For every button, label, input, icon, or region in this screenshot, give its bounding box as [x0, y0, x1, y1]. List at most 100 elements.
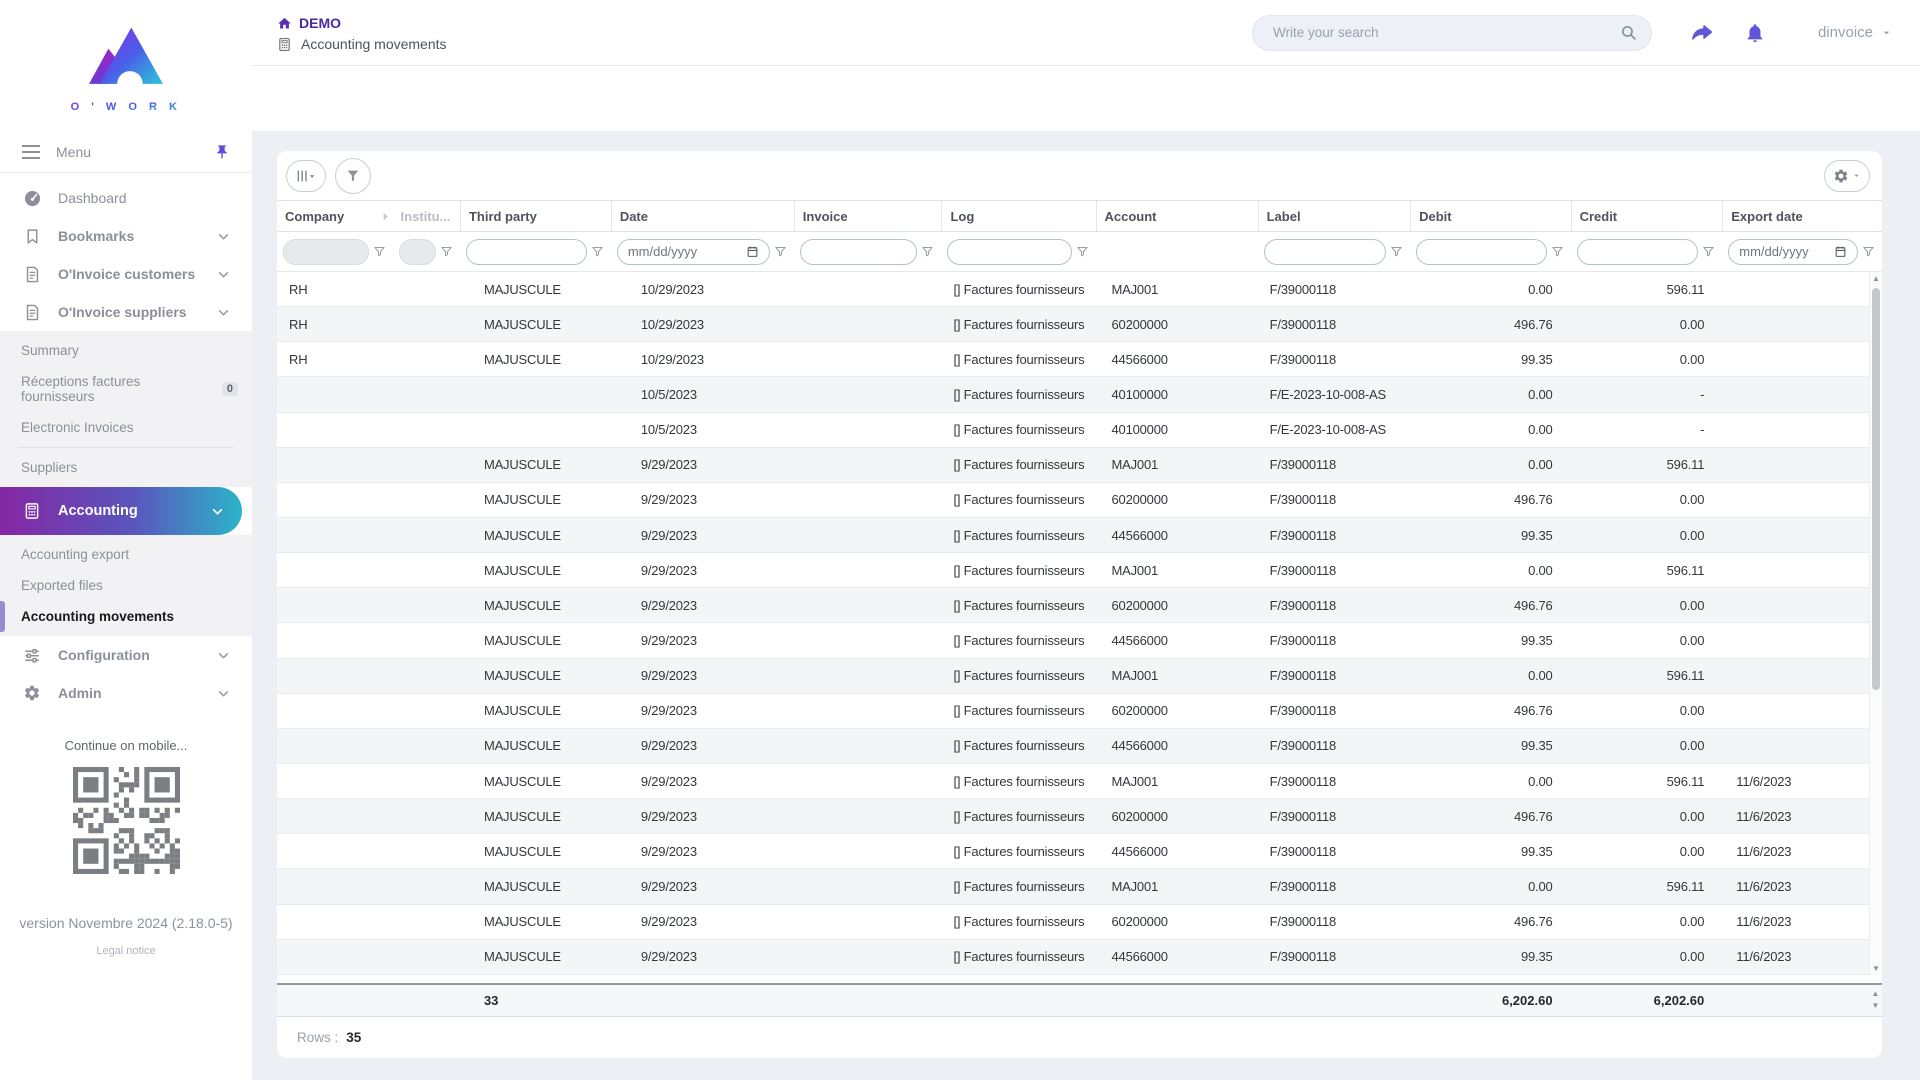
cell-label: F/39000118: [1258, 518, 1410, 552]
table-row[interactable]: MAJUSCULE9/29/2023[] Factures fournisseu…: [277, 659, 1882, 694]
scroll-down-icon[interactable]: ▼: [1870, 964, 1882, 973]
table-row[interactable]: MAJUSCULE9/29/2023[] Factures fournisseu…: [277, 483, 1882, 518]
sidebar-item-summary[interactable]: Summary: [0, 335, 252, 366]
filter-input-export_date[interactable]: mm/dd/yyyy: [1728, 239, 1858, 265]
sidebar-item-electronic-invoices[interactable]: Electronic Invoices: [0, 412, 252, 443]
cell-export_date: [1722, 518, 1882, 552]
table-row[interactable]: RHMAJUSCULE10/29/2023[] Factures fournis…: [277, 307, 1882, 342]
cell-third_party: MAJUSCULE: [460, 940, 611, 974]
cell-account: 60200000: [1096, 588, 1258, 622]
cell-credit: 596.11: [1571, 553, 1723, 587]
expand-column-icon[interactable]: [380, 211, 391, 222]
column-header-credit[interactable]: Credit: [1571, 201, 1723, 231]
table-summary-row: 336,202.606,202.60: [277, 983, 1882, 1017]
calendar-icon[interactable]: [1834, 245, 1847, 258]
filter-text-input-credit[interactable]: [1588, 244, 1688, 259]
table-row[interactable]: MAJUSCULE9/29/2023[] Factures fournisseu…: [277, 905, 1882, 940]
column-header-export_date[interactable]: Export date: [1722, 201, 1882, 231]
column-header-log[interactable]: Log: [941, 201, 1095, 231]
sidebar-item-oinvoice-suppliers[interactable]: O'Invoice suppliers: [0, 293, 252, 331]
legal-notice-link[interactable]: Legal notice: [0, 945, 252, 957]
user-menu[interactable]: dinvoice: [1818, 24, 1892, 41]
filter-text-input-log[interactable]: [958, 244, 1060, 259]
table-row[interactable]: MAJUSCULE9/29/2023[] Factures fournisseu…: [277, 940, 1882, 975]
table-row[interactable]: MAJUSCULE9/29/2023[] Factures fournisseu…: [277, 764, 1882, 799]
column-header-debit[interactable]: Debit: [1410, 201, 1571, 231]
table-row[interactable]: MAJUSCULE9/29/2023[] Factures fournisseu…: [277, 729, 1882, 764]
sidebar-item-accounting-export[interactable]: Accounting export: [0, 539, 252, 570]
filter-funnel-icon[interactable]: [1702, 245, 1716, 258]
pin-sidebar-icon[interactable]: [214, 144, 230, 160]
table-row[interactable]: 10/5/2023[] Factures fournisseurs4010000…: [277, 377, 1882, 412]
table-row[interactable]: MAJUSCULE9/29/2023[] Factures fournisseu…: [277, 799, 1882, 834]
sidebar-item-admin[interactable]: Admin: [0, 674, 252, 712]
filter-button[interactable]: [335, 158, 371, 194]
table-row[interactable]: MAJUSCULE9/29/2023[] Factures fournisseu…: [277, 834, 1882, 869]
search-input[interactable]: [1273, 25, 1620, 40]
column-header-account[interactable]: Account: [1096, 201, 1258, 231]
table-row[interactable]: 10/5/2023[] Factures fournisseurs4010000…: [277, 413, 1882, 448]
hamburger-icon[interactable]: [22, 145, 40, 159]
table-row[interactable]: MAJUSCULE9/29/2023[] Factures fournisseu…: [277, 869, 1882, 904]
sidebar-item-dashboard[interactable]: Dashboard: [0, 179, 252, 217]
filter-text-input-third_party[interactable]: [477, 244, 576, 259]
column-header-invoice[interactable]: Invoice: [794, 201, 942, 231]
breadcrumb-root[interactable]: DEMO: [277, 15, 447, 31]
table-row[interactable]: RHMAJUSCULE10/29/2023[] Factures fournis…: [277, 272, 1882, 307]
table-row[interactable]: MAJUSCULE9/29/2023[] Factures fournisseu…: [277, 518, 1882, 553]
summary-scroll-up-icon[interactable]: ▲: [1869, 989, 1882, 998]
filter-funnel-icon[interactable]: [1551, 245, 1565, 258]
filter-funnel-icon[interactable]: [1862, 245, 1876, 258]
filter-funnel-icon[interactable]: [373, 245, 387, 258]
column-header-label[interactable]: Label: [1258, 201, 1410, 231]
scroll-up-icon[interactable]: ▲: [1870, 274, 1882, 283]
filter-funnel-icon[interactable]: [591, 245, 605, 258]
filter-funnel-icon[interactable]: [774, 245, 788, 258]
sidebar-item-receptions-factures[interactable]: Réceptions factures fournisseurs 0: [0, 366, 252, 412]
sidebar-item-suppliers[interactable]: Suppliers: [0, 452, 252, 483]
columns-button[interactable]: [286, 160, 326, 192]
table-row[interactable]: MAJUSCULE9/29/2023[] Factures fournisseu…: [277, 588, 1882, 623]
scrollbar-thumb[interactable]: [1872, 288, 1880, 690]
summary-scroll-down-icon[interactable]: ▼: [1869, 1001, 1882, 1010]
cell-log: [] Factures fournisseurs: [941, 659, 1095, 693]
filter-text-input-invoice[interactable]: [811, 244, 907, 259]
filter-funnel-icon[interactable]: [921, 245, 935, 258]
filter-text-input-label[interactable]: [1275, 244, 1375, 259]
sidebar-item-bookmarks[interactable]: Bookmarks: [0, 217, 252, 255]
cell-company: [277, 518, 393, 552]
column-header-company[interactable]: Company: [277, 201, 393, 231]
sliders-icon: [22, 645, 42, 665]
table-row[interactable]: MAJUSCULE9/29/2023[] Factures fournisseu…: [277, 623, 1882, 658]
sidebar-item-accounting[interactable]: Accounting: [0, 487, 242, 535]
vertical-scrollbar[interactable]: ▲ ▼: [1869, 272, 1882, 975]
sidebar-item-oinvoice-customers[interactable]: O'Invoice customers: [0, 255, 252, 293]
column-header-label: Account: [1105, 209, 1157, 224]
table-row[interactable]: MAJUSCULE9/29/2023[] Factures fournisseu…: [277, 448, 1882, 483]
table-settings-button[interactable]: [1824, 160, 1870, 192]
search-icon[interactable]: [1620, 24, 1637, 41]
table-row[interactable]: RHMAJUSCULE10/29/2023[] Factures fournis…: [277, 342, 1882, 377]
sidebar-item-configuration[interactable]: Configuration: [0, 636, 252, 674]
column-header-third_party[interactable]: Third party: [460, 201, 611, 231]
filter-input-date[interactable]: mm/dd/yyyy: [617, 239, 770, 265]
cell-invoice: [794, 764, 942, 798]
filter-funnel-icon[interactable]: [440, 245, 454, 258]
filter-cell-date: mm/dd/yyyy: [611, 232, 794, 271]
column-header-date[interactable]: Date: [611, 201, 794, 231]
column-header-institution[interactable]: Institu...: [393, 201, 460, 231]
filter-funnel-icon[interactable]: [1390, 245, 1404, 258]
share-button[interactable]: [1690, 21, 1714, 45]
cell-log: [] Factures fournisseurs: [941, 588, 1095, 622]
calendar-icon[interactable]: [746, 245, 759, 258]
cell-credit: 0.00: [1571, 694, 1723, 728]
notifications-button[interactable]: [1744, 22, 1766, 44]
cell-export_date: 11/6/2023: [1722, 940, 1882, 974]
table-row[interactable]: MAJUSCULE9/29/2023[] Factures fournisseu…: [277, 694, 1882, 729]
filter-text-input-debit[interactable]: [1427, 244, 1536, 259]
sidebar-item-accounting-movements[interactable]: Accounting movements: [0, 601, 252, 632]
rows-count: 35: [346, 1030, 361, 1045]
filter-funnel-icon[interactable]: [1076, 245, 1090, 258]
table-row[interactable]: MAJUSCULE9/29/2023[] Factures fournisseu…: [277, 553, 1882, 588]
sidebar-item-exported-files[interactable]: Exported files: [0, 570, 252, 601]
